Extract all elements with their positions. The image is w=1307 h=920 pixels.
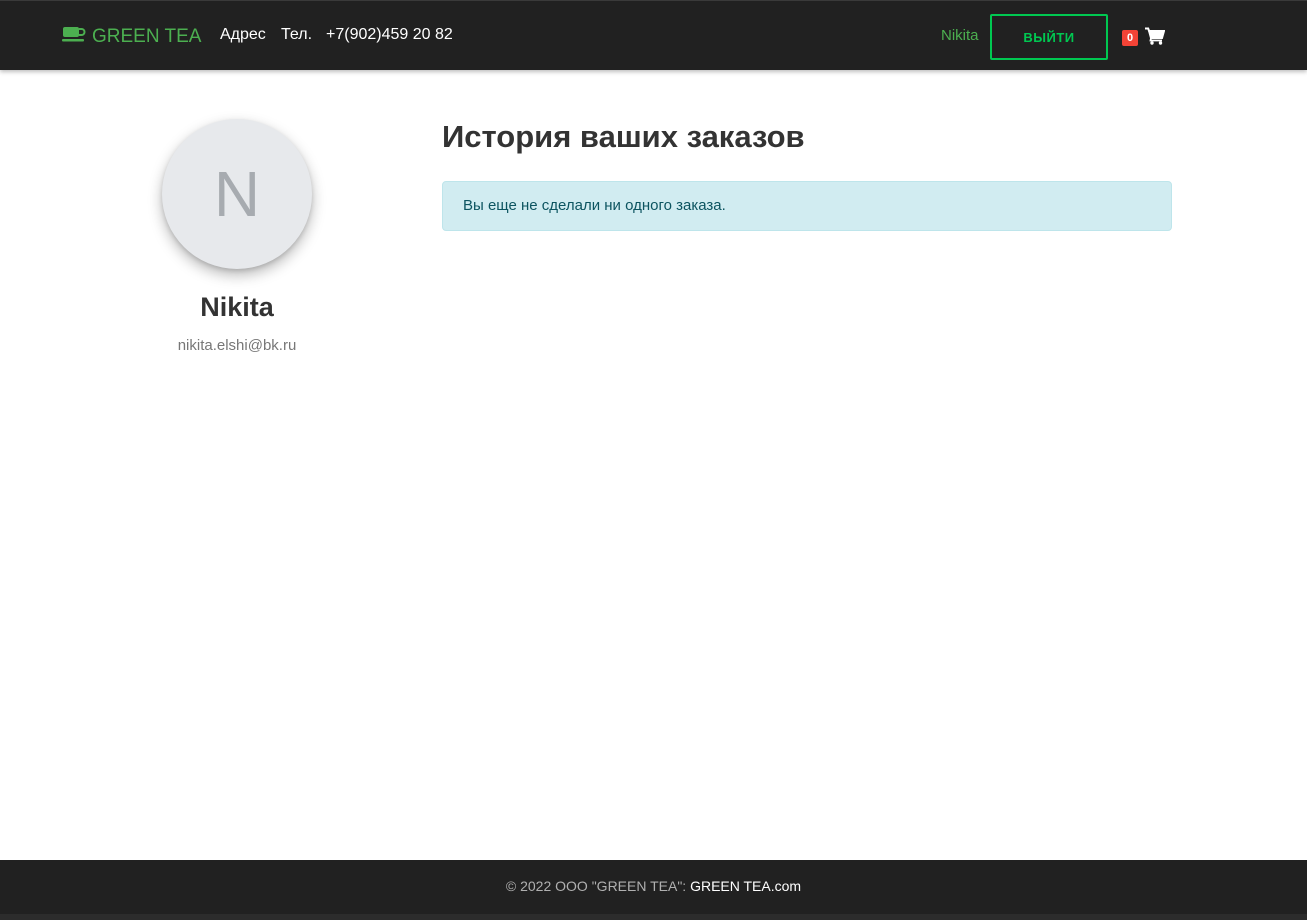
- empty-orders-message: Вы еще не сделали ни одного заказа.: [463, 197, 726, 214]
- footer-site-link[interactable]: GREEN TEA.com: [690, 878, 801, 914]
- shopping-cart-icon[interactable]: [1145, 27, 1166, 50]
- nav-phone-number[interactable]: +7(902)459 20 82: [326, 26, 453, 44]
- brand-name: GREEN TEA: [92, 26, 202, 47]
- top-navbar: GREEN TEA Адрес Тел. +7(902)459 20 82 Ni…: [0, 0, 1307, 70]
- footer: © 2022 ООО "GREEN TEA": GREEN TEA.com: [0, 860, 1307, 920]
- footer-copyright: © 2022 ООО "GREEN TEA":: [505, 878, 687, 894]
- user-name-link[interactable]: Nikita: [941, 27, 979, 44]
- nav-address[interactable]: Адрес: [220, 26, 266, 44]
- page-title: История ваших заказов: [442, 119, 805, 154]
- coffee-cup-icon: [62, 25, 92, 49]
- cart-count-badge: 0: [1122, 30, 1138, 46]
- logout-button[interactable]: ВЫЙТИ: [990, 14, 1108, 60]
- profile-name: Nikita: [200, 292, 274, 322]
- nav-phone-label[interactable]: Тел.: [281, 26, 312, 44]
- avatar: N: [162, 119, 312, 269]
- avatar-initial: N: [213, 158, 261, 230]
- empty-orders-alert: Вы еще не сделали ни одного заказа.: [442, 181, 1172, 231]
- brand-link[interactable]: GREEN TEA: [62, 25, 201, 49]
- profile-email: nikita.elshi@bk.ru: [177, 337, 297, 354]
